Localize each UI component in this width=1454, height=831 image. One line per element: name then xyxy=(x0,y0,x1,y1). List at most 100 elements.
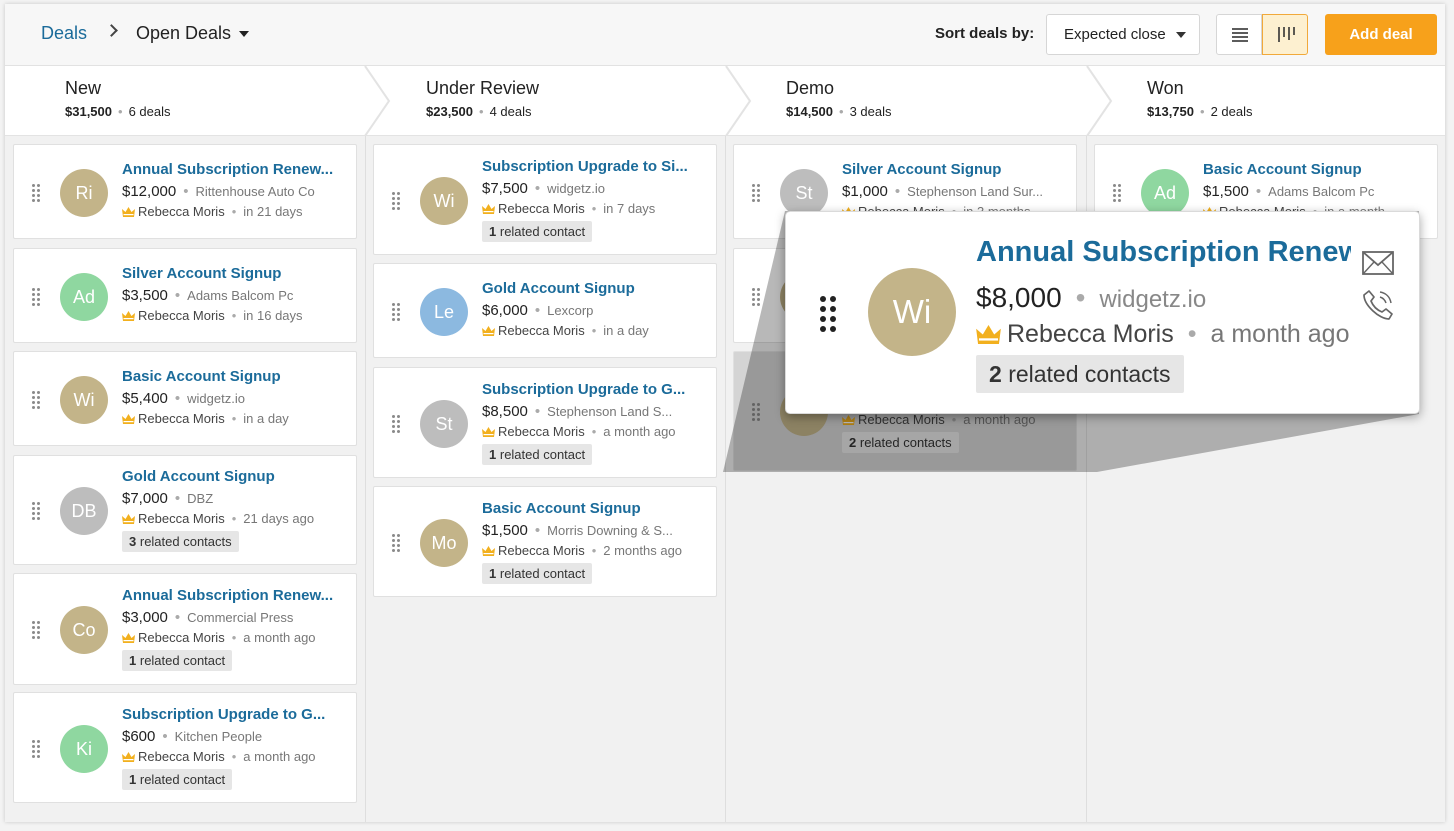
deal-amount: $3,500 xyxy=(122,287,168,304)
drag-handle-icon[interactable] xyxy=(32,391,40,409)
avatar: St xyxy=(780,169,828,217)
related-contacts-badge[interactable]: 2 related contacts xyxy=(842,432,959,453)
avatar: Wi xyxy=(420,177,468,225)
email-icon[interactable] xyxy=(1361,250,1395,276)
related-contacts-badge[interactable]: 2 related contacts xyxy=(976,355,1184,393)
drag-handle-icon[interactable] xyxy=(32,288,40,306)
related-contacts-badge[interactable]: 1 related contact xyxy=(122,769,233,790)
breadcrumb-deals-link[interactable]: Deals xyxy=(41,23,87,44)
drag-handle-icon[interactable] xyxy=(392,192,400,210)
related-count: 2 xyxy=(989,361,1002,387)
deal-title-link[interactable]: Subscription Upgrade to G... xyxy=(122,706,325,723)
column-divider xyxy=(365,136,366,822)
drag-handle-icon[interactable] xyxy=(752,184,760,202)
deal-when: 21 days ago xyxy=(243,511,315,526)
zoomed-deal-card[interactable]: Wi Annual Subscription Renew... $8,000 • w… xyxy=(785,211,1420,414)
deal-owner: Rebecca Moris xyxy=(498,323,585,338)
deal-owner-line: Rebecca Moris • in a day xyxy=(482,323,649,338)
deal-company: Lexcorp xyxy=(547,303,594,318)
deal-card[interactable]: Wi Subscription Upgrade to Si... $7,500 •… xyxy=(373,144,717,255)
deal-title-link[interactable]: Annual Subscription Renew... xyxy=(122,587,333,604)
stage-amount: $23,500 xyxy=(426,104,473,119)
related-count: 1 xyxy=(129,772,137,787)
deal-owner-line: Rebecca Moris • a month ago xyxy=(842,412,1036,427)
sort-select[interactable]: Expected close xyxy=(1046,14,1200,55)
drag-handle-icon[interactable] xyxy=(32,740,40,758)
avatar: Ad xyxy=(60,273,108,321)
drag-handle-icon[interactable] xyxy=(820,296,836,332)
deal-title-link[interactable]: Subscription Upgrade to Si... xyxy=(482,158,688,175)
drag-handle-icon[interactable] xyxy=(752,288,760,306)
deal-title-link[interactable]: Gold Account Signup xyxy=(122,468,275,485)
stage-amount: $31,500 xyxy=(65,104,112,119)
deal-card[interactable]: DB Gold Account Signup $7,000 • DBZ Rebecc… xyxy=(13,455,357,565)
crown-icon xyxy=(482,546,495,556)
drag-handle-icon[interactable] xyxy=(32,621,40,639)
deal-amount: $1,500 xyxy=(1203,183,1249,200)
deal-company: Kitchen People xyxy=(174,729,263,744)
drag-handle-icon[interactable] xyxy=(392,534,400,552)
drag-handle-icon[interactable] xyxy=(392,415,400,433)
avatar: Mo xyxy=(420,519,468,567)
deal-amount: $7,500 xyxy=(482,180,528,197)
deal-when: in a day xyxy=(243,411,289,426)
deal-owner: Rebecca Moris xyxy=(138,630,225,645)
drag-handle-icon[interactable] xyxy=(392,303,400,321)
related-label: related contacts xyxy=(1008,361,1171,387)
related-count: 1 xyxy=(129,653,137,668)
deal-card[interactable]: Ri Annual Subscription Renew... $12,000 •… xyxy=(13,144,357,239)
related-contacts-badge[interactable]: 1 related contact xyxy=(482,444,593,465)
deal-title-link[interactable]: Subscription Upgrade to G... xyxy=(482,381,685,398)
stage-amount: $14,500 xyxy=(786,104,833,119)
avatar: DB xyxy=(60,487,108,535)
deal-card[interactable]: Le Gold Account Signup $6,000 • Lexcorp Re… xyxy=(373,263,717,358)
avatar: Le xyxy=(420,288,468,336)
deal-card[interactable]: Ad Silver Account Signup $3,500 • Adams Ba… xyxy=(13,248,357,343)
deal-when: a month ago xyxy=(1210,320,1350,348)
list-view-button[interactable] xyxy=(1216,14,1262,55)
caret-down-icon xyxy=(1175,32,1186,39)
drag-handle-icon[interactable] xyxy=(32,184,40,202)
related-count: 1 xyxy=(489,447,497,462)
deal-card[interactable]: Ki Subscription Upgrade to G... $600 • Kit… xyxy=(13,692,357,803)
deal-amount-company: $5,400 • widgetz.io xyxy=(122,390,245,407)
deal-owner-line: Rebecca Moris • in 21 days xyxy=(122,204,303,219)
deal-owner-line: Rebecca Moris • in 7 days xyxy=(482,201,655,216)
deal-title-link[interactable]: Annual Subscription Renew... xyxy=(976,236,1351,269)
deal-when: a month ago xyxy=(603,424,676,439)
deal-title-link[interactable]: Silver Account Signup xyxy=(122,265,281,282)
board-view-button[interactable] xyxy=(1262,14,1308,55)
open-deals-dropdown[interactable]: Open Deals xyxy=(136,23,250,44)
related-contacts-badge[interactable]: 1 related contact xyxy=(122,650,233,671)
deal-title-link[interactable]: Silver Account Signup xyxy=(842,161,1001,178)
crown-icon xyxy=(482,427,495,437)
deal-amount: $12,000 xyxy=(122,183,177,200)
deal-title-link[interactable]: Basic Account Signup xyxy=(482,500,641,517)
stage-summary: $13,750 • 2 deals xyxy=(1147,104,1253,119)
drag-handle-icon[interactable] xyxy=(1113,184,1121,202)
deal-title-link[interactable]: Basic Account Signup xyxy=(122,368,281,385)
deal-title-link[interactable]: Basic Account Signup xyxy=(1203,161,1362,178)
stage-divider-chevron xyxy=(364,66,391,136)
deal-title-link[interactable]: Annual Subscription Renew... xyxy=(122,161,333,178)
deal-amount-company: $7,000 • DBZ xyxy=(122,490,214,507)
deal-amount-company: $1,500 • Adams Balcom Pc xyxy=(1203,183,1375,200)
deal-card[interactable]: Co Annual Subscription Renew... $3,000 • C… xyxy=(13,573,357,685)
related-contacts-badge[interactable]: 3 related contacts xyxy=(122,531,239,552)
deal-card[interactable]: Wi Basic Account Signup $5,400 • widgetz.i… xyxy=(13,351,357,446)
related-contacts-badge[interactable]: 1 related contact xyxy=(482,563,593,584)
phone-icon[interactable] xyxy=(1361,288,1395,322)
related-contacts-badge[interactable]: 1 related contact xyxy=(482,221,593,242)
deal-card[interactable]: St Subscription Upgrade to G... $8,500 • S… xyxy=(373,367,717,478)
add-deal-button[interactable]: Add deal xyxy=(1325,14,1437,55)
deal-title-link[interactable]: Gold Account Signup xyxy=(482,280,635,297)
deal-owner-line: Rebecca Moris • in 16 days xyxy=(122,308,303,323)
related-label: related contact xyxy=(139,653,226,668)
drag-handle-icon[interactable] xyxy=(32,502,40,520)
crown-icon xyxy=(122,752,135,762)
deal-company: widgetz.io xyxy=(187,391,245,406)
deal-amount-company: $8,500 • Stephenson Land S... xyxy=(482,403,673,420)
drag-handle-icon[interactable] xyxy=(752,403,760,421)
deal-card[interactable]: Mo Basic Account Signup $1,500 • Morris Do… xyxy=(373,486,717,597)
deal-amount: $1,500 xyxy=(482,522,528,539)
